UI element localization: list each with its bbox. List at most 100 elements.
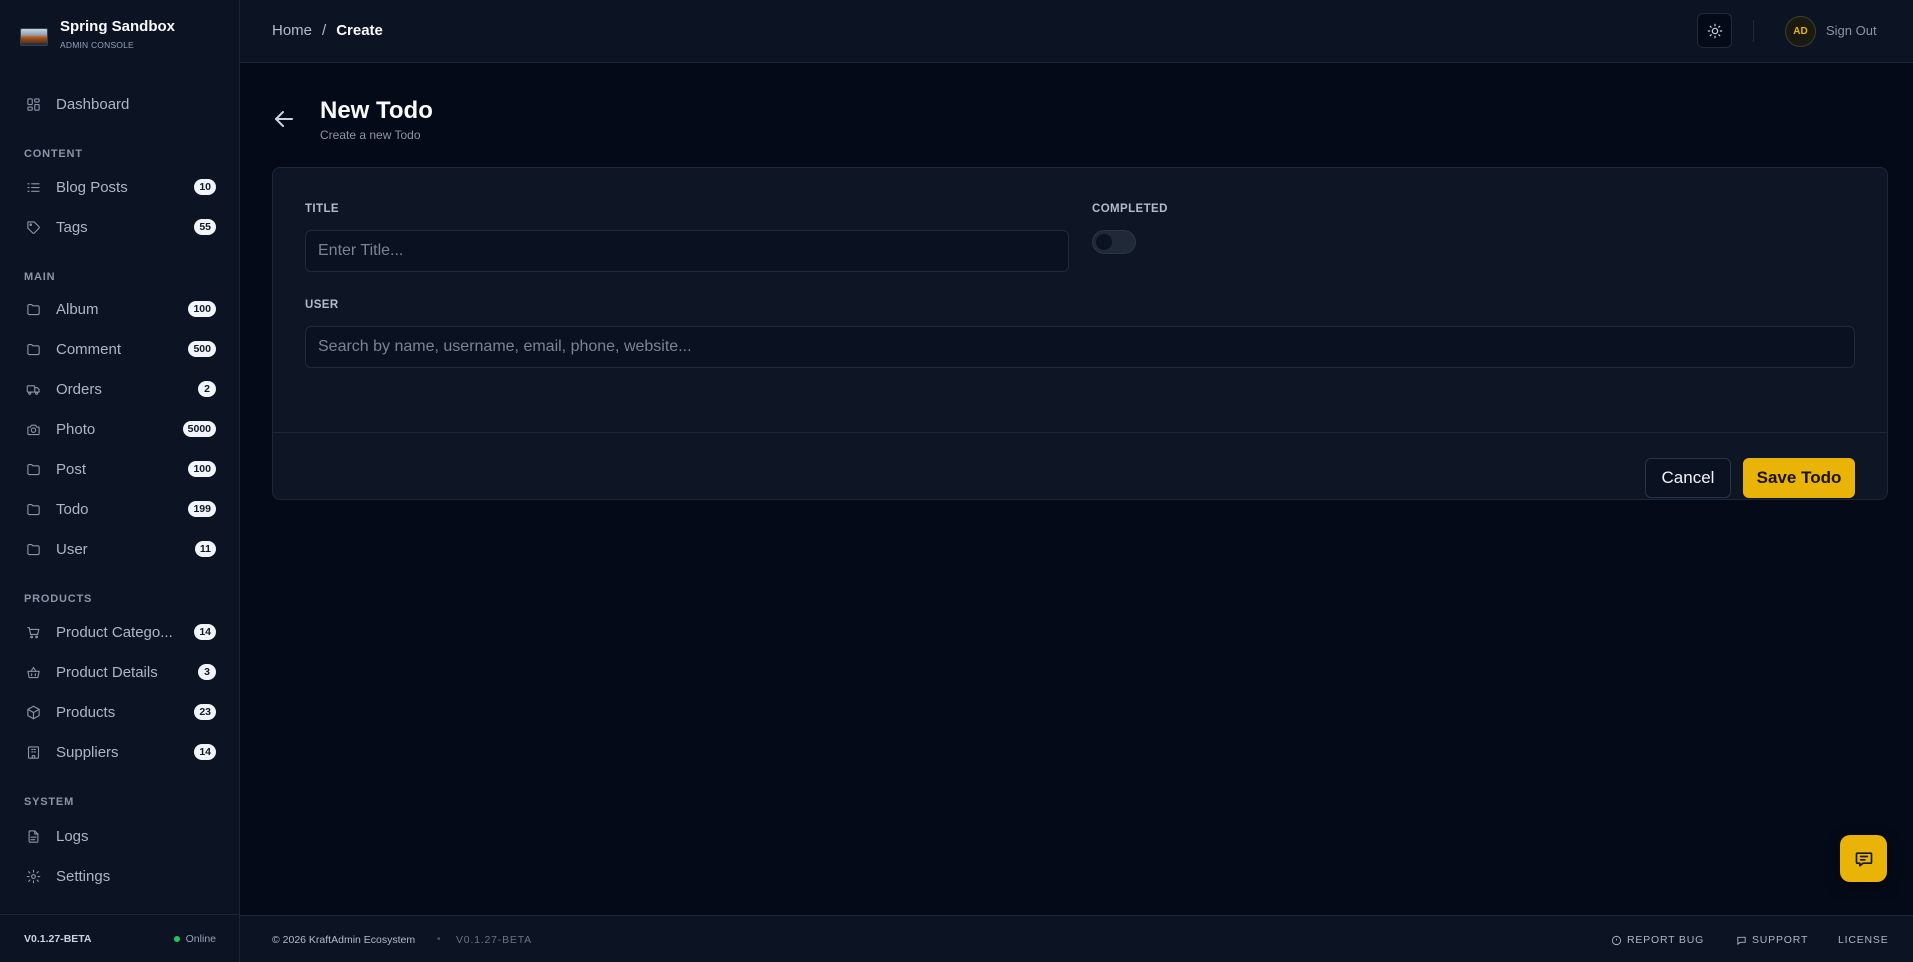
tag-icon [16, 220, 44, 235]
support-link[interactable]: SUPPORT [1736, 934, 1808, 946]
sidebar-item-todo[interactable]: Todo 199 [16, 493, 222, 525]
brand[interactable]: Spring Sandbox ADMIN CONSOLE [20, 18, 175, 50]
save-todo-button[interactable]: Save Todo [1743, 458, 1855, 498]
sidebar-item-label: Products [56, 703, 116, 721]
sidebar-item-products[interactable]: Products 23 [16, 696, 222, 728]
sidebar-item-label: Product Details [56, 663, 158, 681]
brand-logo [20, 28, 48, 46]
breadcrumb-current: Create [336, 22, 383, 39]
app-version: V0.1.27-BETA [24, 932, 92, 945]
footer-version: V0.1.27-BETA [456, 934, 532, 946]
title-label: TITLE [305, 203, 339, 215]
user-search-input[interactable] [305, 326, 1855, 368]
sidebar-item-label: Suppliers [56, 743, 119, 761]
folder-icon [16, 302, 44, 317]
count-badge: 2 [198, 381, 216, 397]
sidebar-item-label: Product Catego... [56, 623, 173, 641]
completed-toggle[interactable] [1092, 230, 1136, 254]
copyright-text: © 2026 KraftAdmin Ecosystem [272, 934, 416, 946]
brand-title: Spring Sandbox [60, 18, 176, 35]
sidebar-item-label: Comment [56, 340, 122, 358]
sidebar-item-photo[interactable]: Photo 5000 [16, 413, 222, 445]
card-divider [273, 432, 1887, 433]
sidebar-item-user[interactable]: User 11 [16, 533, 222, 565]
license-link[interactable]: LICENSE [1838, 934, 1889, 946]
sidebar-item-suppliers[interactable]: Suppliers 14 [16, 736, 222, 768]
sidebar-item-label: Album [56, 300, 99, 318]
sidebar-item-label: Blog Posts [56, 178, 128, 196]
section-label-products: PRODUCTS [24, 593, 93, 605]
sign-out-button[interactable]: Sign Out [1826, 23, 1877, 38]
count-badge: 14 [194, 744, 216, 760]
sidebar-item-label: Todo [56, 500, 89, 518]
page-subtitle: Create a new Todo [320, 128, 421, 142]
sun-icon [1707, 23, 1722, 38]
list-icon [16, 180, 44, 195]
truck-icon [16, 382, 44, 397]
count-badge: 5000 [182, 421, 216, 437]
sidebar-item-label: Dashboard [56, 95, 130, 113]
section-label-content: CONTENT [24, 148, 83, 160]
arrow-left-icon [275, 111, 293, 127]
sidebar-item-label: Settings [56, 867, 111, 885]
breadcrumb-home-link[interactable]: Home [272, 22, 312, 39]
toggle-knob [1096, 234, 1112, 250]
chat-support-button[interactable] [1840, 835, 1887, 882]
report-bug-label: REPORT BUG [1627, 934, 1705, 946]
sidebar-item-comment[interactable]: Comment 500 [16, 333, 222, 365]
page-footer: © 2026 KraftAdmin Ecosystem • V0.1.27-BE… [240, 915, 1913, 962]
status-indicator: Online [173, 933, 216, 945]
report-bug-link[interactable]: REPORT BUG [1611, 934, 1704, 946]
folder-icon [16, 542, 44, 557]
alert-circle-icon [1611, 935, 1622, 945]
footer-separator: • [437, 934, 441, 945]
top-header: Home / Create AD Sign Out [240, 0, 1913, 63]
breadcrumb-separator: / [322, 22, 327, 39]
message-square-icon [1737, 936, 1746, 945]
title-input[interactable] [305, 230, 1069, 272]
file-text-icon [16, 829, 44, 844]
cancel-button[interactable]: Cancel [1645, 458, 1731, 498]
sidebar-item-tags[interactable]: Tags 55 [16, 211, 222, 243]
gear-icon [16, 869, 44, 884]
sidebar-item-blog-posts[interactable]: Blog Posts 10 [16, 171, 222, 203]
layout-grid-icon [16, 97, 44, 112]
sidebar-item-orders[interactable]: Orders 2 [16, 373, 222, 405]
sidebar-item-label: Post [56, 460, 87, 478]
avatar[interactable]: AD [1785, 16, 1816, 47]
count-badge: 11 [194, 541, 216, 557]
count-badge: 100 [188, 461, 216, 477]
completed-label: COMPLETED [1092, 203, 1168, 215]
page-title: New Todo [320, 97, 433, 124]
user-label: USER [305, 299, 339, 311]
count-badge: 10 [194, 179, 216, 195]
count-badge: 23 [194, 704, 216, 720]
count-badge: 3 [198, 664, 216, 680]
folder-icon [16, 462, 44, 477]
sidebar-item-logs[interactable]: Logs [16, 820, 222, 852]
sidebar-item-label: Photo [56, 420, 96, 438]
sidebar-item-settings[interactable]: Settings [16, 860, 222, 892]
sidebar-item-label: Logs [56, 827, 89, 845]
support-label: SUPPORT [1752, 934, 1809, 946]
theme-toggle-button[interactable] [1697, 13, 1732, 48]
sidebar-item-album[interactable]: Album 100 [16, 293, 222, 325]
sidebar-item-post[interactable]: Post 100 [16, 453, 222, 485]
sidebar-item-label: User [56, 540, 88, 558]
count-badge: 55 [194, 219, 216, 235]
section-label-system: SYSTEM [24, 796, 75, 808]
sidebar-item-dashboard[interactable]: Dashboard [16, 88, 222, 120]
sidebar-item-product-categories[interactable]: Product Catego... 14 [16, 616, 222, 648]
back-button[interactable] [272, 107, 296, 136]
building-icon [16, 745, 44, 760]
sidebar-item-product-details[interactable]: Product Details 3 [16, 656, 222, 688]
count-badge: 14 [194, 624, 216, 640]
sidebar: Spring Sandbox ADMIN CONSOLE Dashboard C… [0, 0, 240, 962]
box-icon [16, 705, 44, 720]
basket-icon [16, 665, 44, 680]
breadcrumb: Home / Create [272, 22, 383, 39]
sidebar-item-label: Orders [56, 380, 102, 398]
camera-icon [16, 422, 44, 437]
count-badge: 199 [188, 501, 216, 517]
folder-icon [16, 342, 44, 357]
